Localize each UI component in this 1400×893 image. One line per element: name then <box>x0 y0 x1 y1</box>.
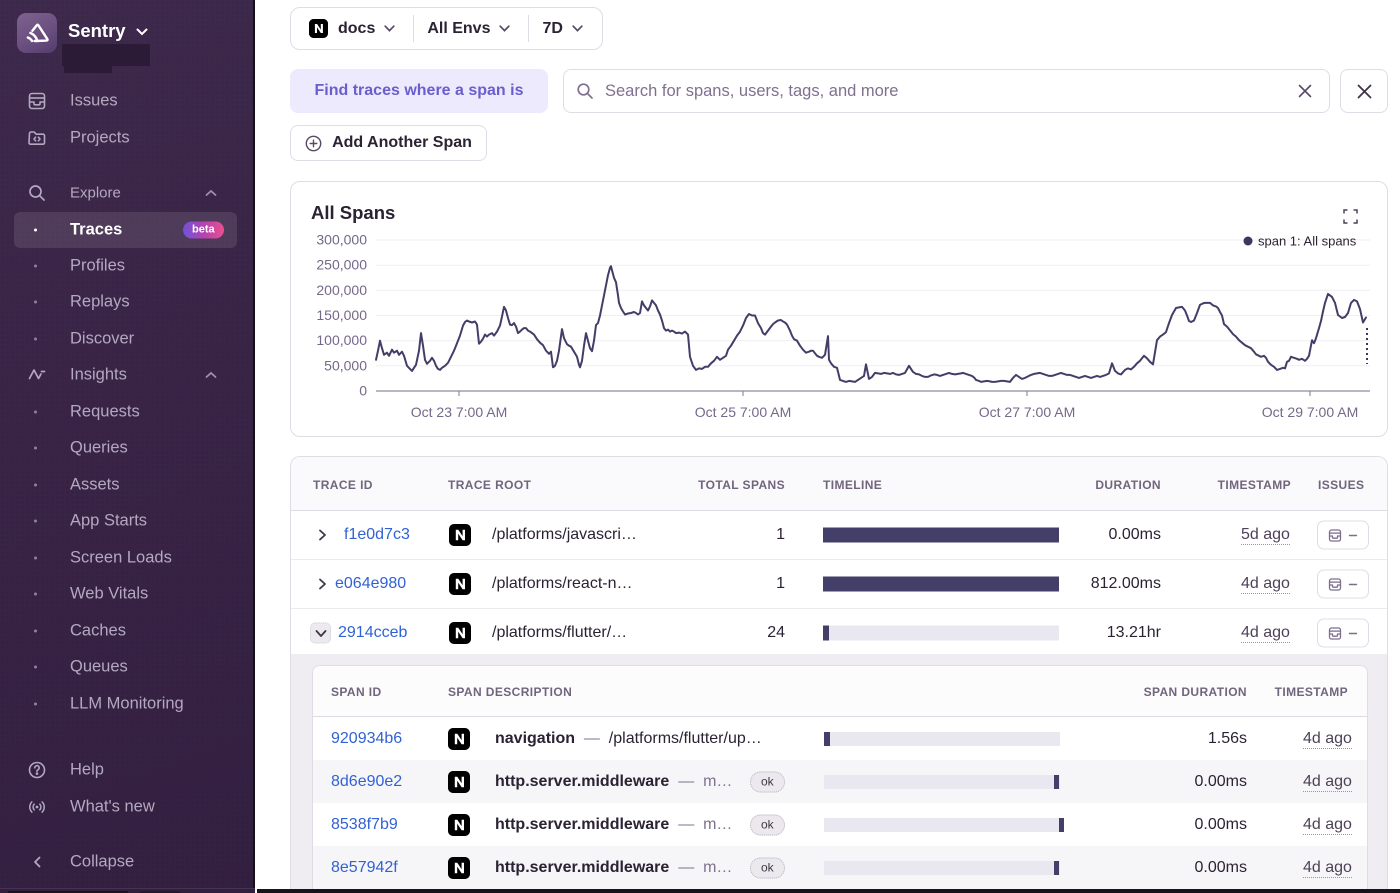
svg-text:span 1: All spans: span 1: All spans <box>1258 234 1357 249</box>
svg-text:Oct 29 7:00 AM: Oct 29 7:00 AM <box>1262 404 1359 420</box>
svg-text:300,000: 300,000 <box>316 232 367 248</box>
svg-text:Oct 25 7:00 AM: Oct 25 7:00 AM <box>695 404 792 420</box>
svg-text:50,000: 50,000 <box>324 357 367 373</box>
svg-text:100,000: 100,000 <box>316 332 367 348</box>
svg-text:150,000: 150,000 <box>316 307 367 323</box>
svg-text:200,000: 200,000 <box>316 282 367 298</box>
svg-text:0: 0 <box>359 383 367 399</box>
svg-text:Oct 27 7:00 AM: Oct 27 7:00 AM <box>979 404 1076 420</box>
svg-text:250,000: 250,000 <box>316 257 367 273</box>
svg-text:Oct 23 7:00 AM: Oct 23 7:00 AM <box>411 404 508 420</box>
